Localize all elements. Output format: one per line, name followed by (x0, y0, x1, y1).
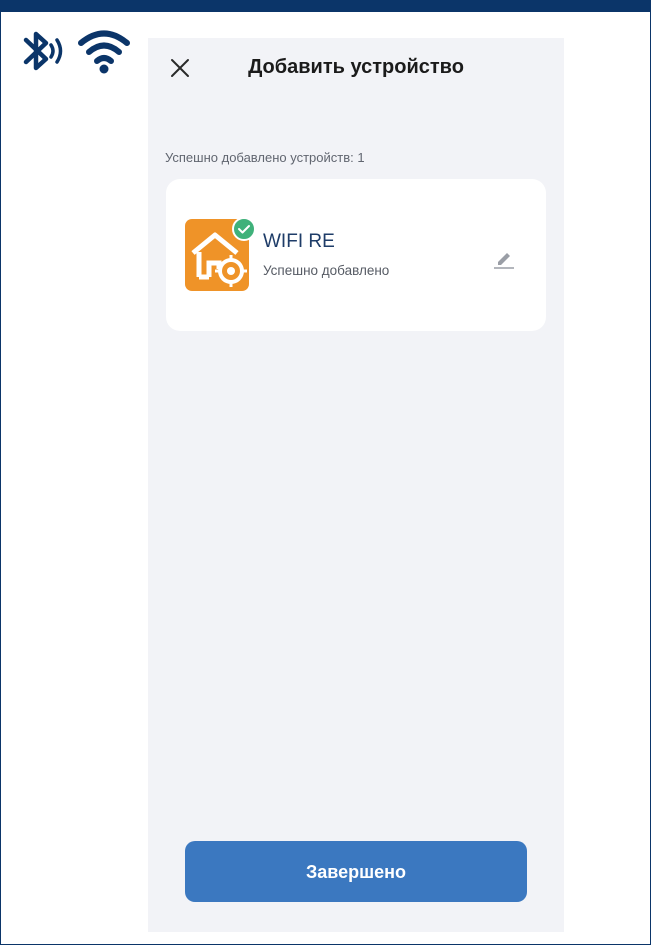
device-status: Успешно добавлено (263, 263, 390, 278)
added-count-label: Успешно добавлено устройств: 1 (165, 150, 365, 165)
done-button[interactable]: Завершено (185, 841, 527, 902)
check-icon (232, 217, 256, 241)
pencil-icon[interactable] (492, 245, 516, 269)
page-title: Добавить устройство (248, 56, 464, 78)
device-name: WIFI RE (263, 231, 335, 252)
top-bar (0, 0, 651, 12)
bluetooth-icon (23, 31, 63, 71)
connection-icons (20, 26, 132, 78)
wifi-icon (78, 30, 130, 74)
app-screen: Добавить устройство Успешно добавлено ус… (148, 38, 564, 932)
device-card[interactable]: WIFI RE Успешно добавлено (166, 179, 546, 331)
